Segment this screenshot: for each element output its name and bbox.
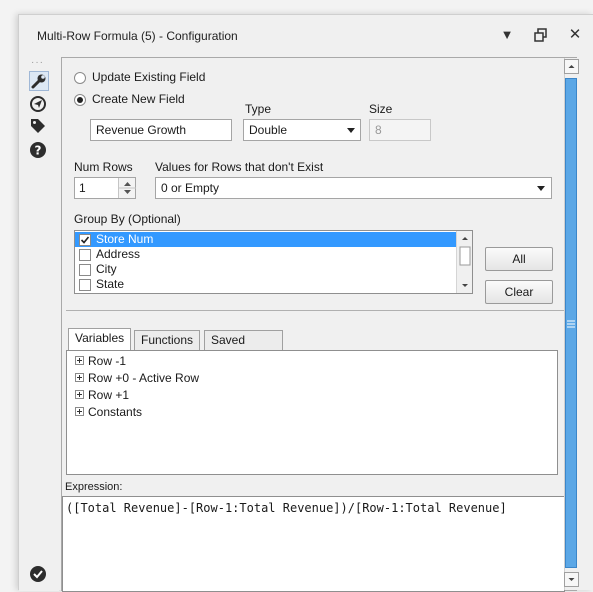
values-for-rows-label: Values for Rows that don't Exist bbox=[155, 160, 324, 174]
expand-icon[interactable] bbox=[75, 373, 84, 383]
chevron-down-icon bbox=[347, 128, 355, 133]
configuration-window: Multi-Row Formula (5) - Configuration ▼ … bbox=[18, 14, 593, 592]
values-for-rows-value: 0 or Empty bbox=[161, 181, 220, 195]
divider bbox=[66, 310, 567, 311]
stepper-buttons[interactable] bbox=[118, 178, 136, 198]
tree-item-label: Row +1 bbox=[88, 388, 130, 402]
expression-editor[interactable]: ([Total Revenue]-[Row-1:Total Revenue])/… bbox=[62, 496, 565, 592]
checkbox-store-num[interactable] bbox=[79, 234, 91, 246]
scroll-up-button[interactable] bbox=[564, 59, 579, 74]
grip-icon: ··· bbox=[31, 57, 44, 68]
type-select[interactable]: Double bbox=[243, 119, 361, 141]
list-item[interactable]: City bbox=[96, 262, 117, 277]
tree-item-row-minus-1[interactable]: Row -1 bbox=[75, 353, 126, 369]
list-item[interactable]: Store Num bbox=[96, 232, 153, 247]
tab-saved-expressions[interactable]: Saved Expressions bbox=[204, 330, 284, 365]
restore-icon[interactable] bbox=[531, 25, 551, 45]
update-existing-radio[interactable] bbox=[74, 72, 86, 84]
scroll-thumb[interactable] bbox=[565, 78, 577, 568]
all-button[interactable]: All bbox=[485, 247, 553, 271]
tree-item-label: Constants bbox=[88, 405, 143, 419]
clear-button[interactable]: Clear bbox=[485, 280, 553, 304]
group-by-label: Group By (Optional) bbox=[74, 212, 181, 226]
num-rows-stepper[interactable]: 1 bbox=[74, 177, 136, 199]
tree-item-constants[interactable]: Constants bbox=[75, 404, 142, 420]
list-scrollbar[interactable] bbox=[456, 231, 472, 293]
tree-item-label: Row -1 bbox=[88, 354, 127, 368]
update-existing-label: Update Existing Field bbox=[92, 70, 206, 84]
tree-item-label: Row +0 - Active Row bbox=[88, 371, 200, 385]
expression-label: Expression: bbox=[65, 481, 123, 493]
wrench-icon[interactable] bbox=[29, 71, 49, 91]
group-by-list: Store Num Address City State bbox=[74, 230, 473, 294]
expand-icon[interactable] bbox=[75, 390, 84, 400]
type-label: Type bbox=[245, 102, 272, 116]
expand-icon[interactable] bbox=[75, 407, 84, 417]
list-item[interactable]: Address bbox=[96, 247, 140, 262]
checkbox-state[interactable] bbox=[79, 279, 91, 291]
navigate-icon[interactable] bbox=[29, 95, 49, 115]
help-icon[interactable]: ? bbox=[29, 141, 49, 161]
size-input[interactable]: 8 bbox=[369, 119, 431, 141]
variables-tree: Row -1 Row +0 - Active Row Row +1 Consta… bbox=[66, 350, 558, 475]
tag-icon[interactable] bbox=[29, 117, 49, 137]
svg-text:?: ? bbox=[35, 144, 42, 158]
num-rows-value: 1 bbox=[79, 181, 86, 195]
type-select-value: Double bbox=[249, 123, 288, 137]
list-item[interactable]: State bbox=[96, 277, 124, 292]
title-bar: Multi-Row Formula (5) - Configuration ▼ … bbox=[19, 15, 593, 57]
create-new-label: Create New Field bbox=[92, 92, 185, 106]
configuration-panel: Update Existing Field Create New Field T… bbox=[61, 57, 579, 592]
tab-functions[interactable]: Functions bbox=[134, 330, 201, 350]
checkbox-address[interactable] bbox=[79, 249, 91, 261]
values-for-rows-select[interactable]: 0 or Empty bbox=[155, 177, 552, 199]
expand-icon[interactable] bbox=[75, 356, 84, 366]
new-field-name-input[interactable]: Revenue Growth bbox=[90, 119, 232, 141]
check-circle-icon bbox=[29, 565, 49, 585]
tree-item-row-plus-1[interactable]: Row +1 bbox=[75, 387, 129, 403]
triangle-down-icon[interactable]: ▼ bbox=[497, 25, 517, 45]
checkbox-city[interactable] bbox=[79, 264, 91, 276]
size-label: Size bbox=[369, 102, 393, 116]
num-rows-label: Num Rows bbox=[74, 160, 133, 174]
create-new-radio[interactable] bbox=[74, 94, 86, 106]
tool-strip: ··· ? bbox=[19, 57, 59, 591]
tab-variables[interactable]: Variables bbox=[68, 328, 132, 350]
panel-scrollbar[interactable] bbox=[564, 58, 579, 590]
window-title: Multi-Row Formula (5) - Configuration bbox=[37, 29, 238, 43]
chevron-down-icon bbox=[537, 186, 545, 191]
close-icon[interactable]: ✕ bbox=[565, 25, 585, 45]
scroll-down-button[interactable] bbox=[564, 572, 579, 587]
tree-item-row-active[interactable]: Row +0 - Active Row bbox=[75, 370, 199, 386]
